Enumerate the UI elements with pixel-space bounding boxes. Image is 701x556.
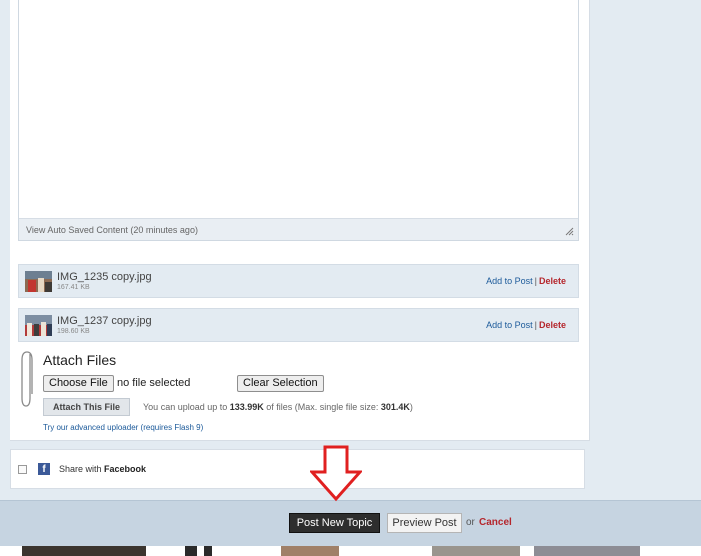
related-thumbnail[interactable] — [185, 546, 197, 556]
image-thumbnail — [25, 271, 52, 292]
related-thumbnail[interactable] — [281, 546, 339, 556]
attachment-actions: Add to Post | Delete — [486, 320, 566, 330]
attachment-filesize: 167.41 KB — [57, 284, 90, 291]
down-arrow-annotation-icon — [310, 445, 362, 502]
image-thumbnail — [25, 315, 52, 336]
share-panel: f Share with Facebook — [10, 449, 585, 489]
attachment-actions: Add to Post | Delete — [486, 276, 566, 286]
add-to-post-link[interactable]: Add to Post — [486, 276, 533, 286]
cancel-link[interactable]: Cancel — [479, 517, 512, 528]
attach-files-heading: Attach Files — [43, 352, 117, 368]
resize-handle-icon[interactable] — [565, 227, 574, 236]
upload-info-prefix: You can upload up to — [143, 402, 230, 412]
upload-info-middle: of files (Max. single file size: — [263, 402, 381, 412]
related-thumbnail[interactable] — [204, 546, 212, 556]
attach-this-file-button[interactable]: Attach This File — [43, 398, 130, 416]
message-textarea[interactable] — [19, 0, 578, 218]
upload-quota: 133.99K — [229, 402, 264, 412]
attachment-row: IMG_1235 copy.jpg 167.41 KB Add to Post |… — [18, 264, 579, 298]
attachment-filename: IMG_1235 copy.jpg — [57, 271, 152, 283]
related-thumbnail[interactable] — [22, 546, 146, 556]
attachment-filesize: 198.60 KB — [57, 328, 90, 335]
or-text: or — [466, 517, 475, 528]
advanced-uploader-link[interactable]: Try our advanced uploader (requires Flas… — [43, 423, 203, 432]
related-thumbnail[interactable] — [534, 546, 640, 556]
autosave-link[interactable]: View Auto Saved Content (20 minutes ago) — [26, 225, 198, 235]
related-thumbnail[interactable] — [432, 546, 520, 556]
facebook-icon: f — [38, 463, 50, 475]
post-new-topic-button[interactable]: Post New Topic — [289, 513, 380, 533]
attachment-filename: IMG_1237 copy.jpg — [57, 315, 152, 327]
choose-file-button[interactable]: Choose File — [43, 375, 114, 392]
preview-post-button[interactable]: Preview Post — [387, 513, 462, 533]
add-to-post-link[interactable]: Add to Post — [486, 320, 533, 330]
share-facebook-checkbox[interactable] — [18, 465, 27, 474]
paperclip-icon — [21, 351, 33, 407]
clear-selection-button[interactable]: Clear Selection — [237, 375, 324, 392]
message-editor[interactable]: View Auto Saved Content (20 minutes ago) — [18, 0, 579, 241]
no-file-selected-text: no file selected — [117, 377, 191, 389]
delete-link[interactable]: Delete — [539, 320, 566, 330]
max-file-size: 301.4K — [380, 402, 410, 412]
share-label: Share with Facebook — [59, 464, 146, 474]
related-thumbnails-strip — [0, 546, 701, 556]
upload-info-suffix: ) — [409, 402, 413, 412]
attachment-row: IMG_1237 copy.jpg 198.60 KB Add to Post |… — [18, 308, 579, 342]
share-prefix: Share with — [59, 464, 105, 474]
delete-link[interactable]: Delete — [539, 276, 566, 286]
upload-limit-info: You can upload up to 133.99K of files (M… — [143, 402, 413, 412]
editor-status-bar: View Auto Saved Content (20 minutes ago) — [19, 218, 578, 240]
share-network: Facebook — [104, 464, 147, 474]
